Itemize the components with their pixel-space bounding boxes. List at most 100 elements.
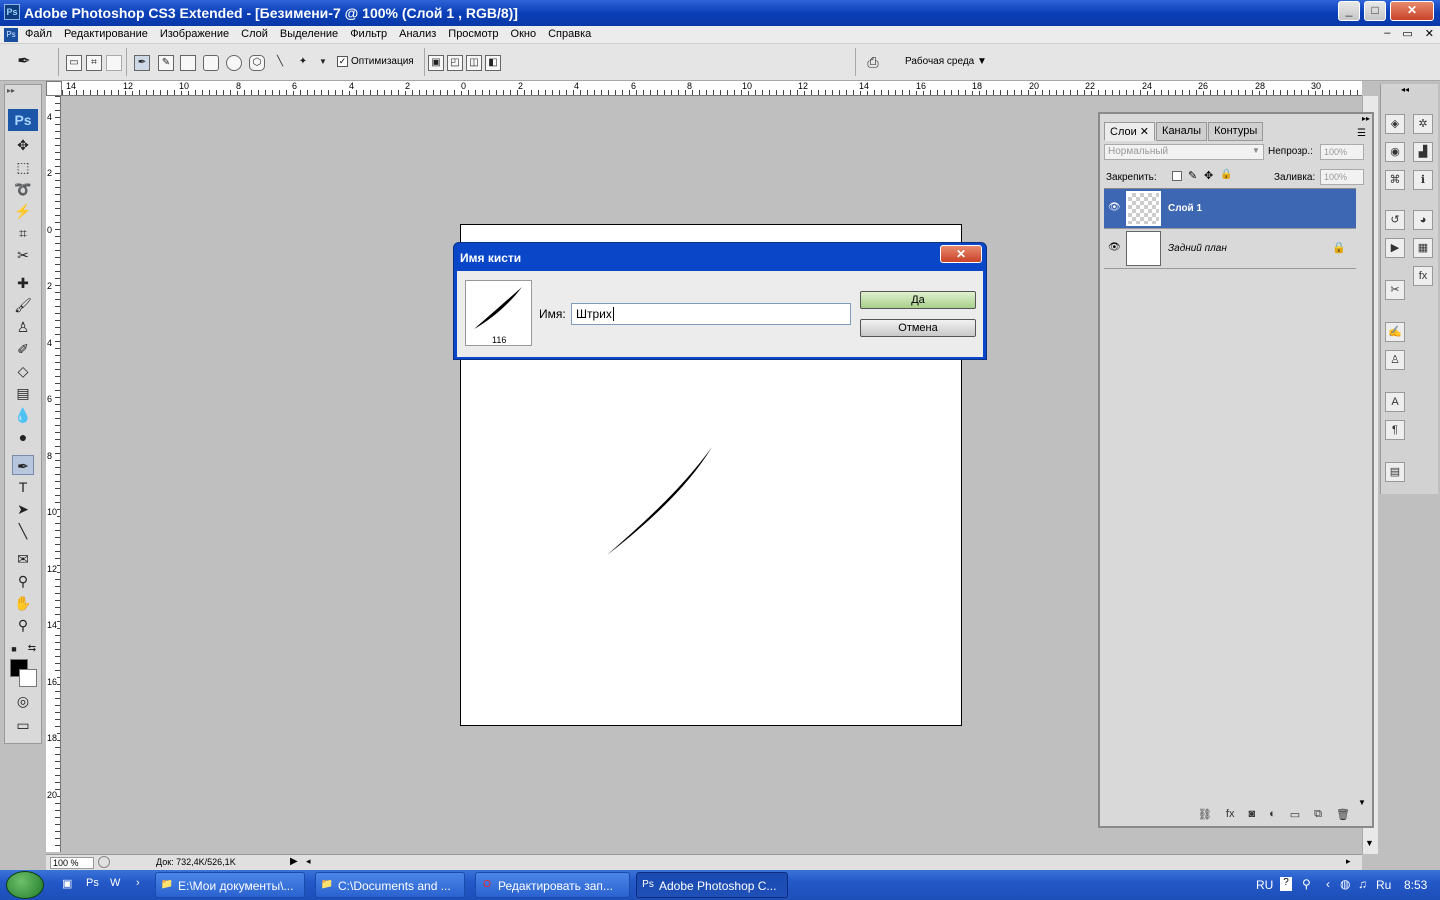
menu-edit[interactable]: Редактирование: [64, 28, 148, 40]
menu-view[interactable]: Просмотр: [448, 28, 498, 40]
lock-pixels-icon[interactable]: ✎: [1188, 169, 1197, 182]
checkbox-icon[interactable]: ✓: [337, 56, 348, 67]
photoshop-quicklaunch-icon[interactable]: Ps: [86, 877, 99, 889]
adjustment-icon[interactable]: ◐: [1269, 808, 1276, 824]
ok-button[interactable]: Да: [860, 291, 976, 309]
new-layer-icon[interactable]: ⧉: [1314, 808, 1322, 824]
brush-name-value[interactable]: Штрих: [576, 307, 612, 321]
quicklaunch-icon[interactable]: ▣: [62, 877, 72, 890]
actions-dock-icon[interactable]: ▶: [1385, 238, 1405, 258]
workspace-dropdown[interactable]: Рабочая среда ▼: [905, 56, 987, 67]
blur-tool-icon[interactable]: 💧: [12, 405, 34, 425]
screen-mode-icon[interactable]: ▭: [12, 715, 34, 735]
layer-row[interactable]: 👁 Задний план 🔒: [1104, 229, 1356, 269]
link-icon[interactable]: ⛓: [1198, 808, 1212, 824]
eyedropper-icon[interactable]: ⚲: [12, 571, 34, 591]
panel-menu-icon[interactable]: ☰: [1357, 128, 1366, 139]
layers-dock-icon[interactable]: ◈: [1385, 114, 1405, 134]
scroll-down-icon[interactable]: ▼: [1358, 798, 1366, 807]
chevron-down-icon[interactable]: ▼: [315, 55, 331, 71]
swap-colors-icon[interactable]: ⇆: [25, 639, 39, 659]
custom-shape-icon[interactable]: ✦: [295, 55, 311, 71]
chevron-down-icon[interactable]: ▼: [1252, 146, 1260, 155]
panel-collapse-icon[interactable]: ▸▸: [1362, 114, 1370, 123]
volume-icon[interactable]: ♫: [1358, 877, 1367, 891]
start-button[interactable]: [6, 871, 44, 899]
help-icon[interactable]: ?: [1280, 877, 1292, 891]
doc-minimize-button[interactable]: –: [1384, 27, 1390, 40]
taskbar-item[interactable]: 📁 E:\Мои документы\...: [155, 872, 305, 898]
menu-help[interactable]: Справка: [548, 28, 591, 40]
brush-tool-icon[interactable]: 🖌: [12, 295, 34, 315]
menu-file[interactable]: Файл: [25, 28, 52, 40]
taskbar-item[interactable]: Ps Adobe Photoshop C...: [636, 872, 788, 898]
slice-tool-icon[interactable]: ✂: [12, 245, 34, 265]
paths-icon[interactable]: ⌗: [86, 55, 102, 71]
crop-tool-icon[interactable]: ⌗: [12, 223, 34, 243]
minimize-button[interactable]: _: [1338, 1, 1360, 21]
fill-pixels-icon[interactable]: [106, 55, 122, 71]
fill-field[interactable]: 100%: [1320, 169, 1364, 185]
shape-layers-icon[interactable]: ▭: [66, 55, 82, 71]
brush-name-input[interactable]: Штрих: [571, 303, 851, 325]
clone-source-dock-icon[interactable]: ♙: [1385, 350, 1405, 370]
brushes-dock-icon[interactable]: ✍: [1385, 322, 1405, 342]
menu-image[interactable]: Изображение: [160, 28, 229, 40]
eraser-tool-icon[interactable]: ◇: [12, 361, 34, 381]
add-path-icon[interactable]: ▣: [428, 55, 444, 71]
rectangle-icon[interactable]: [180, 55, 196, 71]
styles-dock-icon[interactable]: fx: [1413, 266, 1433, 286]
menu-select[interactable]: Выделение: [280, 28, 338, 40]
color-dock-icon[interactable]: ◕: [1413, 210, 1433, 230]
history-dock-icon[interactable]: ↺: [1385, 210, 1405, 230]
panel-collapse-icon[interactable]: ▸▸: [7, 86, 15, 95]
default-colors-icon[interactable]: ■: [7, 639, 21, 659]
healing-brush-icon[interactable]: ✚: [12, 273, 34, 293]
paths-dock-icon[interactable]: ⌘: [1385, 170, 1405, 190]
lock-all-icon[interactable]: 🔒: [1220, 169, 1232, 180]
scroll-down-icon[interactable]: ▼: [1365, 838, 1374, 848]
network-icon[interactable]: ⚲: [1302, 877, 1311, 891]
eye-icon[interactable]: 👁: [1108, 202, 1121, 213]
rounded-rectangle-icon[interactable]: [203, 55, 219, 71]
quicklaunch-more-icon[interactable]: ›: [136, 877, 140, 889]
background-color-swatch[interactable]: [19, 669, 37, 687]
move-tool-icon[interactable]: ✥: [12, 135, 34, 155]
magic-wand-icon[interactable]: ⚡: [12, 201, 34, 221]
histogram-dock-icon[interactable]: ▟: [1413, 142, 1433, 162]
character-dock-icon[interactable]: A: [1385, 392, 1405, 412]
menu-window[interactable]: Окно: [511, 28, 537, 40]
zoom-field[interactable]: 100 %: [50, 857, 94, 869]
pen-tool-preset-icon[interactable]: ✒: [16, 54, 32, 71]
zoom-tool-icon[interactable]: ⚲: [12, 615, 34, 635]
menu-filter[interactable]: Фильтр: [350, 28, 387, 40]
taskbar-item[interactable]: 📁 C:\Documents and ...: [315, 872, 465, 898]
word-quicklaunch-icon[interactable]: W: [110, 877, 120, 889]
close-window-button[interactable]: ✕: [1390, 1, 1434, 21]
layers-scrollbar[interactable]: ▼: [1358, 188, 1370, 808]
optimize-checkbox[interactable]: ✓ Оптимизация: [337, 56, 414, 67]
doc-close-button[interactable]: ✕: [1425, 27, 1434, 40]
document-icon[interactable]: Ps: [4, 28, 18, 42]
gradient-tool-icon[interactable]: ▤: [12, 383, 34, 403]
opacity-field[interactable]: 100%: [1320, 144, 1364, 160]
eye-icon[interactable]: 👁: [1108, 242, 1121, 253]
line-tool-icon[interactable]: ╲: [12, 521, 34, 541]
line-icon[interactable]: ╲: [272, 55, 288, 71]
history-brush-icon[interactable]: ✐: [12, 339, 34, 359]
tab-layers[interactable]: Слои ✕: [1104, 122, 1156, 141]
status-menu-arrow-icon[interactable]: ▶: [290, 856, 298, 867]
layer-row[interactable]: 👁 Слой 1: [1104, 189, 1356, 229]
quick-mask-icon[interactable]: ◎: [12, 691, 34, 711]
menu-layer[interactable]: Слой: [241, 28, 268, 40]
intersect-path-icon[interactable]: ◫: [466, 55, 482, 71]
channels-dock-icon[interactable]: ◉: [1385, 142, 1405, 162]
bridge-icon[interactable]: ⎙: [865, 55, 881, 71]
folder-icon[interactable]: ▭: [1290, 808, 1300, 824]
ruler-origin[interactable]: [46, 81, 62, 96]
scroll-left-icon[interactable]: ◂: [306, 856, 311, 867]
type-tool-icon[interactable]: T: [12, 477, 34, 497]
clone-stamp-icon[interactable]: ♙: [12, 317, 34, 337]
maximize-button[interactable]: □: [1364, 1, 1386, 21]
info-icon[interactable]: [98, 856, 110, 868]
